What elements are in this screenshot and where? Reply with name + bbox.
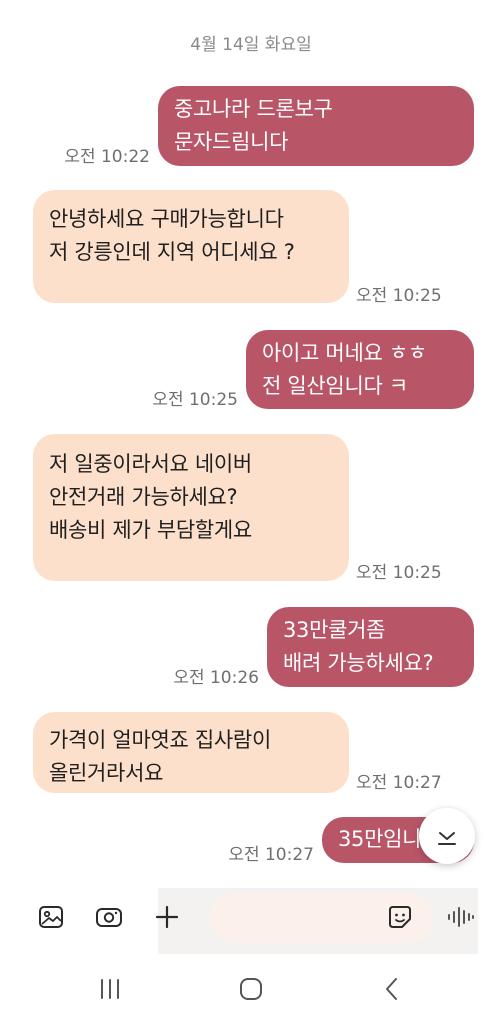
scroll-to-bottom-button[interactable]: [419, 808, 475, 864]
message-bubble-incoming[interactable]: 저 일중이라서요 네이버 안전거래 가능하세요? 배송비 제가 부담할게요: [33, 434, 349, 581]
home-button[interactable]: [233, 974, 269, 1004]
emoji-button[interactable]: [383, 900, 417, 934]
message-bubble-outgoing[interactable]: 아이고 머네요 ㅎㅎ 전 일산임니다 ㅋ: [246, 330, 474, 409]
message-time: 오전 10:27: [356, 773, 442, 793]
back-icon: [386, 978, 397, 1000]
voice-waveform-icon: [448, 907, 474, 927]
image-icon: [39, 906, 63, 928]
camera-button[interactable]: [92, 900, 126, 934]
home-icon: [240, 978, 262, 1000]
message-time: 오전 10:25: [356, 286, 442, 306]
plus-icon: [155, 905, 179, 929]
add-attachment-button[interactable]: [150, 900, 184, 934]
message-bubble-incoming[interactable]: 가격이 얼마엿죠 집사람이 올린거라서요: [33, 712, 349, 793]
message-bubble-outgoing[interactable]: 중고나라 드론보구 문자드림니다: [158, 86, 474, 166]
back-button[interactable]: [374, 974, 410, 1004]
recent-apps-button[interactable]: [92, 974, 128, 1004]
message-time: 오전 10:25: [356, 563, 442, 583]
message-time: 오전 10:25: [152, 390, 238, 410]
message-time: 오전 10:27: [228, 845, 314, 865]
recent-apps-icon: [101, 979, 119, 999]
gallery-button[interactable]: [34, 900, 68, 934]
camera-icon: [96, 908, 122, 927]
voice-input-button[interactable]: [442, 900, 480, 934]
message-bubble-incoming[interactable]: 안녕하세요 구매가능합니다 저 강릉인데 지역 어디세요 ?: [33, 190, 349, 303]
emoji-sticker-icon: [389, 906, 411, 928]
chevron-down-icon: [438, 832, 456, 845]
message-bubble-outgoing[interactable]: 33만쿨거좀 배려 가능하세요?: [267, 607, 474, 687]
date-header: 4월 14일 화요일: [190, 35, 312, 55]
message-time: 오전 10:26: [173, 668, 259, 688]
system-navigation-bar: [0, 960, 502, 1024]
message-time: 오전 10:22: [64, 147, 150, 167]
